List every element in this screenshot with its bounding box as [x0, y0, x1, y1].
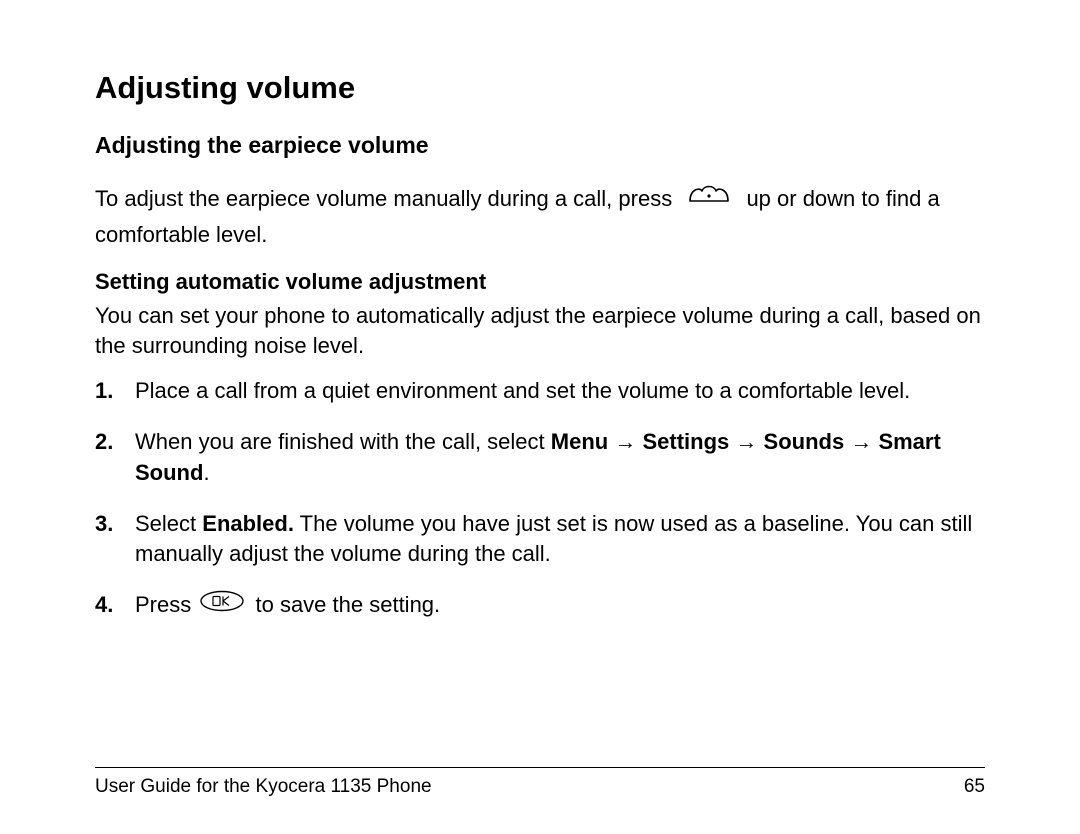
rocker-key-icon	[682, 181, 736, 216]
step-1: Place a call from a quiet environment an…	[95, 376, 985, 407]
step-3: Select Enabled. The volume you have just…	[95, 509, 985, 571]
arrow-icon: →	[614, 429, 636, 454]
earpiece-paragraph: To adjust the earpiece volume manually d…	[95, 181, 985, 251]
sounds-label: Sounds	[764, 429, 845, 454]
step-2-text-a: When you are finished with the call, sel…	[135, 429, 551, 454]
auto-intro: You can set your phone to automatically …	[95, 301, 985, 363]
step-4-text-b: to save the setting.	[255, 592, 440, 617]
menu-label: Menu	[551, 429, 608, 454]
step-4-text-a: Press	[135, 592, 197, 617]
step-2: When you are finished with the call, sel…	[95, 427, 985, 489]
step-1-text: Place a call from a quiet environment an…	[135, 378, 910, 403]
section-heading-earpiece: Adjusting the earpiece volume	[95, 132, 985, 159]
ok-key-icon	[199, 590, 245, 621]
section-heading-auto: Setting automatic volume adjustment	[95, 269, 985, 295]
steps-list: Place a call from a quiet environment an…	[95, 376, 985, 623]
page-heading: Adjusting volume	[95, 70, 985, 106]
footer-title: User Guide for the Kyocera 1135 Phone	[95, 776, 432, 798]
earpiece-text-before: To adjust the earpiece volume manually d…	[95, 186, 678, 211]
page-footer: User Guide for the Kyocera 1135 Phone 65	[95, 767, 985, 798]
settings-label: Settings	[642, 429, 729, 454]
step-4: Press to save the setting.	[95, 590, 985, 623]
arrow-icon: →	[850, 429, 872, 454]
enabled-label: Enabled.	[202, 511, 294, 536]
arrow-icon: →	[735, 429, 757, 454]
step-3-text-a: Select	[135, 511, 202, 536]
footer-page-number: 65	[964, 776, 985, 798]
